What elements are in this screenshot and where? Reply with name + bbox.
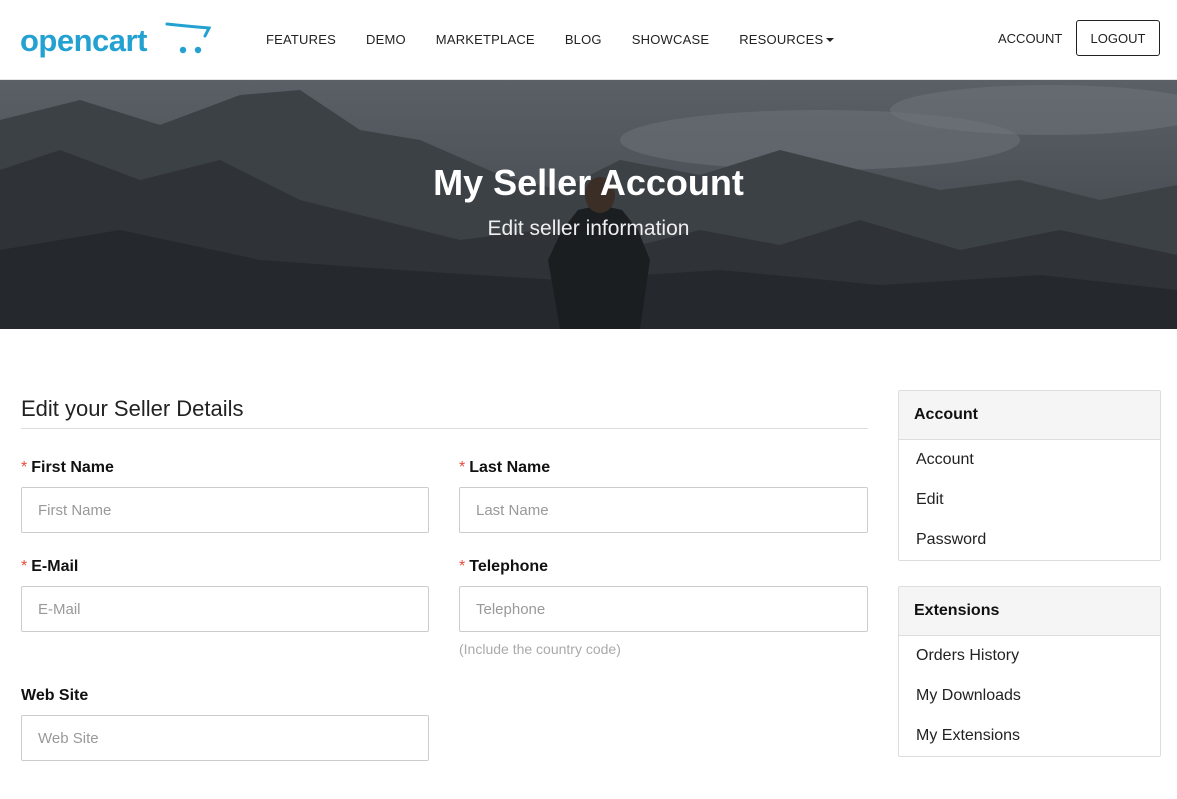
first-name-input[interactable] [21, 487, 429, 533]
email-label-text: E-Mail [31, 558, 79, 575]
account-panel: Account Account Edit Password [898, 390, 1161, 561]
required-marker: * [21, 558, 28, 575]
sidebar-item-edit[interactable]: Edit [899, 480, 1160, 520]
telephone-label-text: Telephone [469, 558, 549, 575]
caret-down-icon [826, 38, 835, 43]
account-panel-list: Account Edit Password [899, 440, 1160, 560]
sidebar-item-my-extensions[interactable]: My Extensions [899, 716, 1160, 756]
top-navbar: opencart FEATURES DEMO MARKETPLACE BLOG … [0, 0, 1177, 80]
cart-icon [165, 22, 212, 54]
last-name-label-text: Last Name [469, 459, 551, 476]
website-input[interactable] [21, 715, 429, 761]
website-label-text: Web Site [21, 687, 89, 704]
sidebar-item-password[interactable]: Password [899, 520, 1160, 560]
telephone-help-text: (Include the country code) [459, 641, 621, 657]
required-marker: * [459, 558, 466, 575]
page-title: My Seller Account [433, 162, 744, 203]
account-panel-title: Account [899, 391, 1160, 440]
nav-showcase[interactable]: SHOWCASE [632, 32, 709, 47]
nav-resources[interactable]: RESOURCES [739, 31, 835, 47]
extensions-panel-title: Extensions [899, 587, 1160, 636]
logout-button[interactable]: LOGOUT [1076, 20, 1160, 56]
email-label: * E-Mail [21, 558, 78, 576]
divider [21, 428, 868, 429]
main-nav: FEATURES DEMO MARKETPLACE BLOG SHOWCASE … [258, 0, 849, 78]
email-input[interactable] [21, 586, 429, 632]
extensions-panel: Extensions Orders History My Downloads M… [898, 586, 1161, 757]
last-name-input[interactable] [459, 487, 868, 533]
last-name-label: * Last Name [459, 459, 550, 477]
nav-account-link[interactable]: ACCOUNT [998, 31, 1062, 46]
first-name-label: * First Name [21, 459, 114, 477]
opencart-logo[interactable]: opencart [20, 20, 212, 60]
nav-resources-label: RESOURCES [739, 31, 824, 47]
first-name-label-text: First Name [31, 459, 114, 476]
sidebar-item-my-downloads[interactable]: My Downloads [899, 676, 1160, 716]
nav-demo[interactable]: DEMO [366, 32, 406, 47]
nav-blog[interactable]: BLOG [565, 32, 602, 47]
nav-features[interactable]: FEATURES [266, 32, 336, 47]
sidebar-item-account[interactable]: Account [899, 440, 1160, 480]
form-section-title: Edit your Seller Details [21, 396, 244, 421]
website-label: Web Site [21, 687, 88, 705]
hero-background-image [0, 80, 1177, 329]
logo-text: opencart [20, 22, 147, 58]
sidebar-item-orders-history[interactable]: Orders History [899, 636, 1160, 676]
required-marker: * [21, 459, 28, 476]
telephone-input[interactable] [459, 586, 868, 632]
page-subtitle: Edit seller information [487, 217, 690, 240]
extensions-panel-list: Orders History My Downloads My Extension… [899, 636, 1160, 756]
telephone-label: * Telephone [459, 558, 548, 576]
nav-marketplace[interactable]: MARKETPLACE [436, 32, 535, 47]
hero-banner: My Seller Account Edit seller informatio… [0, 80, 1177, 329]
required-marker: * [459, 459, 466, 476]
